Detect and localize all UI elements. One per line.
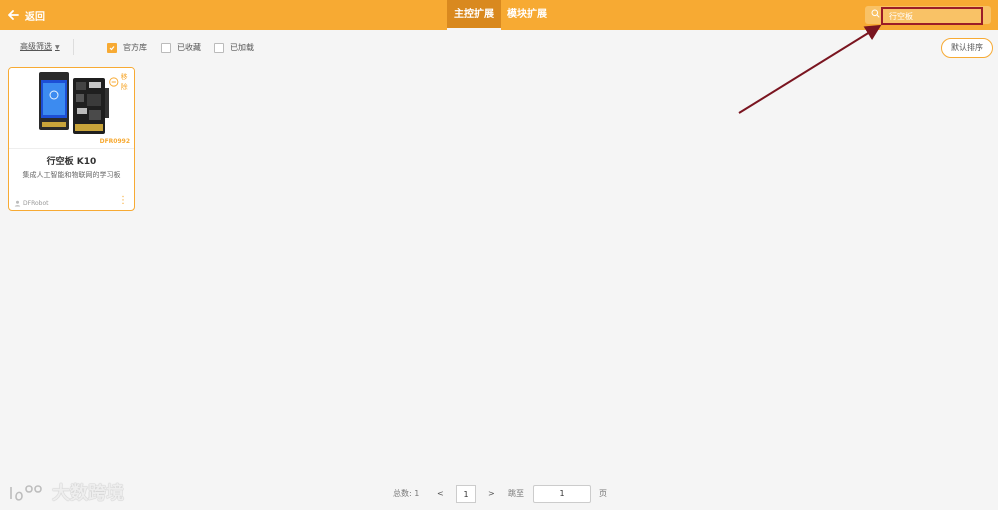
search-box — [865, 6, 991, 25]
watermark: 大数跨境 — [8, 479, 124, 505]
arrow-left-icon — [8, 10, 19, 20]
back-label: 返回 — [25, 11, 45, 23]
remove-label: 移除 — [120, 73, 128, 91]
top-bar: 返回 主控扩展 模块扩展 — [0, 0, 998, 30]
search-icon — [871, 9, 880, 18]
checkbox-official[interactable]: 官方库 — [107, 42, 147, 53]
checkbox-loaded[interactable]: 已加载 — [214, 42, 254, 53]
checkbox-favorites[interactable]: 已收藏 — [161, 42, 201, 53]
total-count: 总数: 1 — [393, 485, 419, 503]
card-title: 行空板 K10 — [46, 157, 97, 167]
chevron-down-icon: ▼ — [55, 44, 60, 51]
checkbox-label: 官方库 — [123, 43, 147, 52]
divider — [73, 39, 74, 55]
total-label: 总数: — [393, 489, 412, 498]
search-input[interactable] — [881, 7, 983, 25]
filter-row: 高级筛选 ▼ 官方库 已收藏 已加载 — [0, 35, 998, 59]
checkbox-unchecked-icon — [161, 42, 171, 53]
card-description: 集成人工智能和物联网的学习板 — [22, 171, 121, 179]
jump-page-input[interactable] — [533, 485, 591, 503]
page-suffix: 页 — [599, 489, 607, 498]
watermark-logo-icon — [10, 485, 42, 501]
product-sku: DFR0992 — [99, 138, 130, 145]
remove-button[interactable]: 移除 — [109, 72, 134, 92]
watermark-text: 大数跨境 — [52, 483, 124, 504]
card-divider — [9, 148, 134, 149]
minus-circle-icon — [109, 77, 119, 87]
tab-modules[interactable]: 模块扩展 — [500, 0, 554, 30]
checkbox-checked-icon — [107, 42, 117, 53]
checkbox-label: 已收藏 — [177, 43, 201, 52]
total-value: 1 — [414, 489, 420, 498]
tab-main-control[interactable]: 主控扩展 — [447, 0, 501, 30]
advanced-filter-label: 高级筛选 — [20, 42, 52, 51]
current-page[interactable]: 1 — [456, 485, 476, 503]
user-icon — [14, 200, 21, 207]
advanced-filter[interactable]: 高级筛选 ▼ — [20, 41, 60, 52]
annotation-arrow — [738, 24, 882, 114]
jump-label: 跳至 — [508, 489, 524, 498]
extension-card[interactable]: 移除 DFR0992 行空板 K10 集成人工智能和物联网的学习板 DFRobo… — [8, 67, 135, 211]
sort-button[interactable]: 默认排序 — [941, 38, 993, 58]
author-name: DFRobot — [23, 200, 49, 207]
prev-page-button[interactable]: < — [437, 485, 444, 503]
checkbox-label: 已加载 — [230, 43, 254, 52]
back-button[interactable]: 返回 — [8, 7, 45, 23]
next-page-button[interactable]: > — [488, 485, 495, 503]
card-author: DFRobot — [14, 200, 48, 207]
more-icon[interactable]: ⋮ — [118, 196, 128, 206]
checkbox-unchecked-icon — [214, 42, 224, 53]
